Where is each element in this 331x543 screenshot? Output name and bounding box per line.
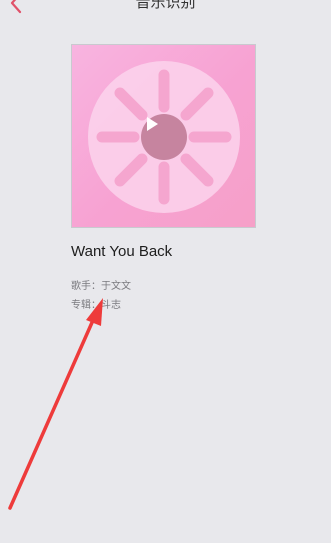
page-title: 音乐识别 xyxy=(135,0,196,11)
album-line: 专辑：斗志 xyxy=(71,296,121,311)
album-name[interactable]: 斗志 xyxy=(101,300,121,311)
play-button[interactable] xyxy=(141,114,187,160)
artist-name[interactable]: 于文文 xyxy=(101,281,131,292)
album-label: 专辑： xyxy=(71,300,101,311)
song-title: Want You Back xyxy=(71,243,173,260)
artist-line: 歌手：于文文 xyxy=(71,277,131,292)
play-icon xyxy=(147,117,158,131)
artist-label: 歌手： xyxy=(71,281,101,292)
album-cover[interactable] xyxy=(71,44,256,228)
